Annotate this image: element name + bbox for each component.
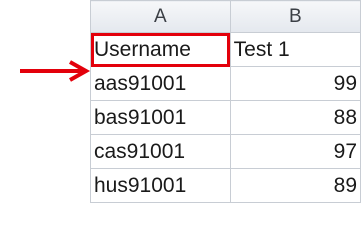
table-row: cas91001 97	[90, 134, 361, 169]
table-row: aas91001 99	[90, 66, 361, 101]
table-row: Username Test 1	[90, 32, 361, 67]
cell-username[interactable]: bas91001	[90, 100, 231, 135]
column-header-row: A B	[90, 0, 361, 33]
table-row: bas91001 88	[90, 100, 361, 135]
cell-username[interactable]: cas91001	[90, 134, 231, 169]
cell-username[interactable]: aas91001	[90, 66, 231, 101]
column-header-a[interactable]: A	[90, 0, 231, 33]
cell-b1[interactable]: Test 1	[229, 32, 361, 67]
cell-score[interactable]: 97	[229, 134, 361, 169]
cell-a1-username-highlighted[interactable]: Username	[90, 32, 231, 67]
column-header-b[interactable]: B	[229, 0, 361, 33]
table-row: hus91001 89	[90, 168, 361, 203]
cell-score[interactable]: 89	[229, 168, 361, 203]
right-arrow-icon	[20, 60, 91, 82]
cell-username[interactable]: hus91001	[90, 168, 231, 203]
cell-score[interactable]: 99	[229, 66, 361, 101]
cell-score[interactable]: 88	[229, 100, 361, 135]
spreadsheet-grid: A B Username Test 1 aas91001 99 bas91001…	[90, 0, 361, 203]
